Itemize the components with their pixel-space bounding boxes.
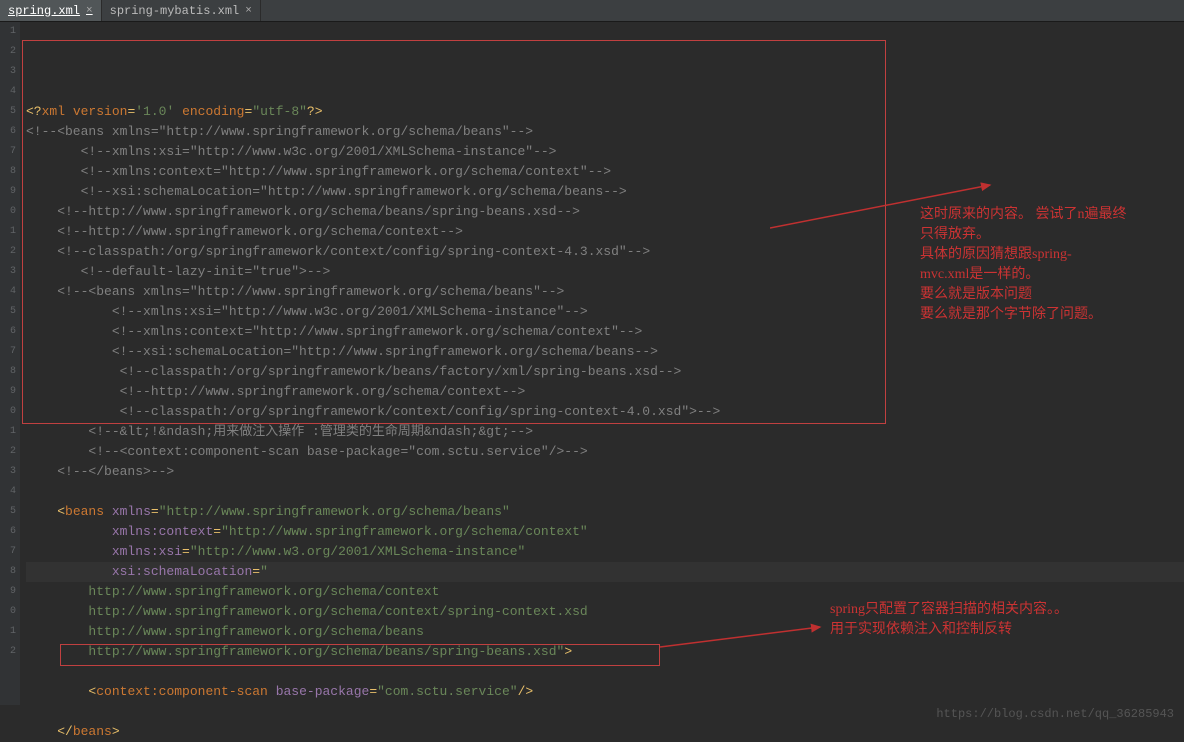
line-number: 9: [0, 182, 16, 202]
line-number: 1: [0, 422, 16, 442]
line-number: 3: [0, 62, 16, 82]
code-line[interactable]: <!--<context:component-scan base-package…: [26, 442, 1184, 462]
line-number: 1: [0, 622, 16, 642]
line-number: 3: [0, 262, 16, 282]
code-line[interactable]: xsi:schemaLocation=": [26, 562, 1184, 582]
editor-tabs: spring.xml × spring-mybatis.xml ×: [0, 0, 1184, 22]
close-icon[interactable]: ×: [245, 5, 252, 17]
line-number: 1: [0, 22, 16, 42]
code-line[interactable]: <beans xmlns="http://www.springframework…: [26, 502, 1184, 522]
line-number: 6: [0, 522, 16, 542]
code-line[interactable]: xmlns:xsi="http://www.w3.org/2001/XMLSch…: [26, 542, 1184, 562]
line-number: 4: [0, 482, 16, 502]
code-line[interactable]: <!--http://www.springframework.org/schem…: [26, 382, 1184, 402]
line-number: 5: [0, 302, 16, 322]
code-line[interactable]: <!--xmlns:context="http://www.springfram…: [26, 162, 1184, 182]
code-line[interactable]: <!--<beans xmlns="http://www.springframe…: [26, 122, 1184, 142]
line-number: 0: [0, 202, 16, 222]
line-number: 5: [0, 102, 16, 122]
code-line[interactable]: <context:component-scan base-package="co…: [26, 682, 1184, 702]
code-line[interactable]: [26, 482, 1184, 502]
line-number: 3: [0, 462, 16, 482]
line-number: 2: [0, 642, 16, 662]
line-gutter: 12345678901234567890123456789012: [0, 22, 20, 705]
annotation-text-bottom: spring只配置了容器扫描的相关内容。。 用于实现依赖注入和控制反转: [830, 600, 1170, 640]
code-line[interactable]: </beans>: [26, 722, 1184, 742]
line-number: 0: [0, 602, 16, 622]
code-line[interactable]: <!--&lt;!&ndash;用来做注入操作 :管理类的生命周期&ndash;…: [26, 422, 1184, 442]
line-number: 0: [0, 402, 16, 422]
code-line[interactable]: http://www.springframework.org/schema/co…: [26, 582, 1184, 602]
line-number: 8: [0, 562, 16, 582]
line-number: 5: [0, 502, 16, 522]
code-line[interactable]: http://www.springframework.org/schema/be…: [26, 642, 1184, 662]
line-number: 1: [0, 222, 16, 242]
code-line[interactable]: xmlns:context="http://www.springframewor…: [26, 522, 1184, 542]
code-line[interactable]: <!--xsi:schemaLocation="http://www.sprin…: [26, 182, 1184, 202]
close-icon[interactable]: ×: [86, 5, 93, 17]
line-number: 8: [0, 362, 16, 382]
line-number: 6: [0, 322, 16, 342]
line-number: 2: [0, 442, 16, 462]
line-number: 6: [0, 122, 16, 142]
tab-label: spring.xml: [8, 4, 80, 18]
code-line[interactable]: [26, 662, 1184, 682]
line-number: 7: [0, 542, 16, 562]
line-number: 9: [0, 582, 16, 602]
tab-label: spring-mybatis.xml: [110, 4, 240, 18]
line-number: 2: [0, 242, 16, 262]
line-number: 7: [0, 342, 16, 362]
code-line[interactable]: <!--xmlns:xsi="http://www.w3c.org/2001/X…: [26, 142, 1184, 162]
tab-spring-xml[interactable]: spring.xml ×: [0, 0, 102, 21]
watermark: https://blog.csdn.net/qq_36285943: [936, 707, 1174, 721]
code-line[interactable]: <!--classpath:/org/springframework/conte…: [26, 402, 1184, 422]
code-line[interactable]: <!--xmlns:context="http://www.springfram…: [26, 322, 1184, 342]
code-line[interactable]: <!--xsi:schemaLocation="http://www.sprin…: [26, 342, 1184, 362]
annotation-text-top: 这时原来的内容。 尝试了n遍最终 只得放弃。 具体的原因猜想跟spring- m…: [920, 205, 1180, 325]
tab-spring-mybatis-xml[interactable]: spring-mybatis.xml ×: [102, 0, 261, 21]
code-line[interactable]: <!--classpath:/org/springframework/beans…: [26, 362, 1184, 382]
line-number: 4: [0, 282, 16, 302]
line-number: 8: [0, 162, 16, 182]
line-number: 4: [0, 82, 16, 102]
line-number: 7: [0, 142, 16, 162]
code-line[interactable]: <!--</beans>-->: [26, 462, 1184, 482]
line-number: 2: [0, 42, 16, 62]
line-number: 9: [0, 382, 16, 402]
code-line[interactable]: <?xml version='1.0' encoding="utf-8"?>: [26, 102, 1184, 122]
